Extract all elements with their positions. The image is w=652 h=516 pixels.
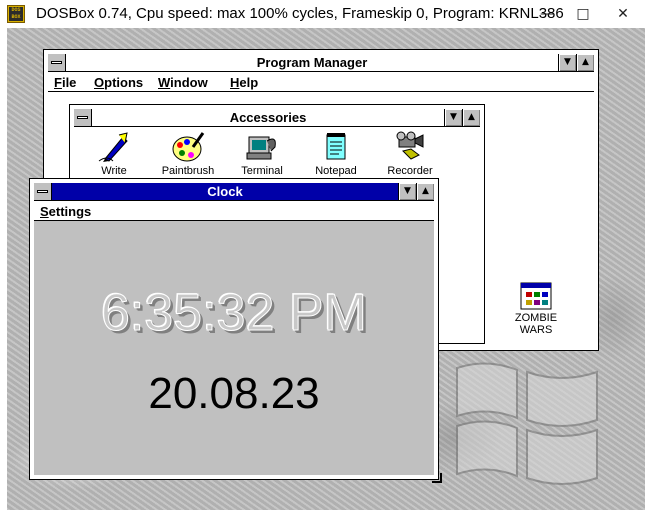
app-icon-terminal[interactable]: Terminal <box>224 131 300 177</box>
program-manager-titlebar[interactable]: Program Manager ▼ ▲ <box>48 54 594 72</box>
paintbrush-icon <box>172 132 205 162</box>
desktop[interactable]: Program Manager ▼ ▲ File Options Window … <box>7 28 645 510</box>
app-label-notepad: Notepad <box>315 165 357 177</box>
maximize-arrow-icon[interactable]: ▲ <box>416 183 434 200</box>
clock-time: 6:35:32 PM <box>101 284 368 343</box>
dosbox-icon-text: DOS BOX <box>9 7 23 21</box>
resize-handle[interactable] <box>432 473 442 483</box>
clock-face: 6:35:32 PM 20.08.23 <box>34 221 434 475</box>
windows-logo-watermark <box>456 362 598 485</box>
app-label-terminal: Terminal <box>241 165 283 177</box>
clock-menubar: Settings <box>34 202 434 221</box>
program-manager-title: Program Manager <box>256 55 368 70</box>
app-label-write: Write <box>101 165 127 177</box>
group-label-line2: WARS <box>519 324 553 336</box>
clock-titlebar[interactable]: Clock ▼ ▲ <box>34 183 434 201</box>
maximize-arrow-icon[interactable]: ▲ <box>462 109 480 126</box>
app-icon-write[interactable]: Write <box>76 131 152 177</box>
host-title: DOSBox 0.74, Cpu speed: max 100% cycles,… <box>36 5 564 22</box>
accessories-title: Accessories <box>229 110 307 125</box>
system-menu-icon[interactable] <box>74 109 92 126</box>
minimize-arrow-icon[interactable]: ▼ <box>398 183 416 200</box>
menu-window[interactable]: Window <box>158 75 208 90</box>
minimize-arrow-icon[interactable]: ▼ <box>558 54 576 71</box>
app-label-recorder: Recorder <box>387 165 433 177</box>
write-icon <box>98 132 128 162</box>
clock-date: 20.08.23 <box>148 369 320 418</box>
host-titlebar[interactable]: DOS BOX DOSBox 0.74, Cpu speed: max 100%… <box>0 0 652 28</box>
program-group-icon <box>520 282 552 310</box>
minimize-arrow-icon[interactable]: ▼ <box>444 109 462 126</box>
app-label-paintbrush: Paintbrush <box>161 165 215 177</box>
recorder-icon <box>396 131 424 160</box>
app-icon-paintbrush[interactable]: Paintbrush <box>150 131 226 177</box>
system-menu-icon[interactable] <box>48 54 66 71</box>
app-icon-recorder[interactable]: Recorder <box>372 131 448 177</box>
maximize-arrow-icon[interactable]: ▲ <box>576 54 594 71</box>
group-icon-zombie-wars[interactable]: ZOMBIE WARS <box>498 282 574 336</box>
close-icon[interactable]: ✕ <box>606 0 640 28</box>
menu-settings[interactable]: Settings <box>40 204 91 219</box>
menu-file[interactable]: File <box>54 75 76 90</box>
menu-help[interactable]: Help <box>230 75 258 90</box>
menu-options[interactable]: Options <box>94 75 143 90</box>
dosbox-icon: DOS BOX <box>7 5 25 23</box>
app-icon-notepad[interactable]: Notepad <box>298 131 374 177</box>
maximize-icon[interactable]: □ <box>566 0 600 28</box>
clock-title: Clock <box>207 184 243 199</box>
accessories-titlebar[interactable]: Accessories ▼ ▲ <box>74 109 480 127</box>
terminal-icon <box>246 136 276 160</box>
system-menu-icon[interactable] <box>34 183 52 200</box>
clock-window[interactable]: Clock ▼ ▲ Settings 6:35:32 PM 20.08.23 <box>29 178 442 483</box>
minimize-icon[interactable]: — <box>530 0 564 28</box>
notepad-icon <box>326 133 346 160</box>
group-label-line1: ZOMBIE <box>514 312 558 324</box>
program-manager-menubar: File Options Window Help <box>48 73 594 92</box>
